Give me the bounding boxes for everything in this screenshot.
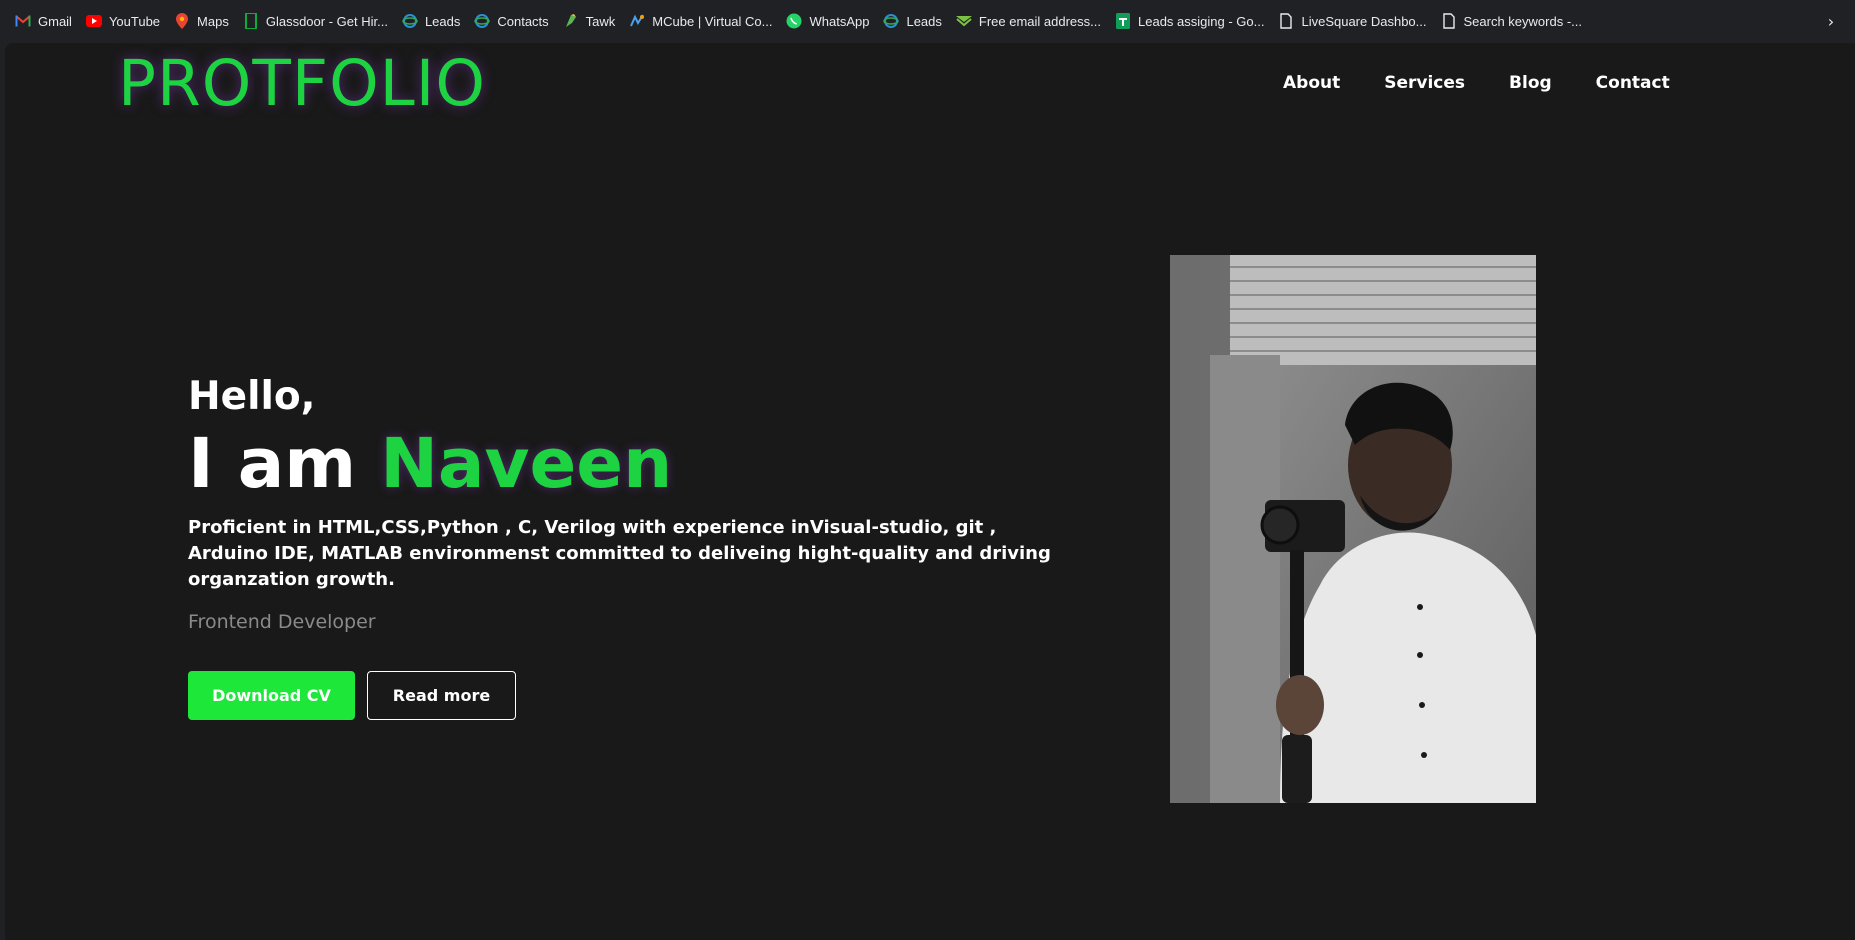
leads-icon (883, 13, 900, 29)
nav-contact[interactable]: Contact (1596, 73, 1670, 93)
email-icon (955, 13, 972, 29)
document-icon (1441, 13, 1457, 29)
hero-title-prefix: I am (188, 424, 381, 504)
bookmark-tawk[interactable]: Tawk (556, 7, 623, 35)
bookmark-contacts[interactable]: Contacts (467, 7, 555, 35)
bookmark-label: Leads (906, 13, 942, 29)
bookmark-label: Search keywords -... (1463, 13, 1583, 29)
bookmark-glassdoor[interactable]: Glassdoor - Get Hir... (236, 7, 395, 35)
sheets-icon (1115, 13, 1131, 29)
bookmark-youtube[interactable]: YouTube (79, 7, 167, 35)
bookmark-leads-assigning[interactable]: Leads assiging - Go... (1108, 7, 1271, 35)
bookmark-mcube[interactable]: MCube | Virtual Co... (622, 7, 779, 35)
bookmark-livesquare[interactable]: LiveSquare Dashbo... (1271, 7, 1433, 35)
bookmark-label: MCube | Virtual Co... (652, 13, 773, 29)
mcube-icon (629, 13, 645, 29)
tawk-icon (563, 13, 579, 29)
gmail-icon (15, 13, 31, 29)
greeting: Hello, (188, 374, 316, 419)
bookmark-search-keywords[interactable]: Search keywords -... (1434, 7, 1590, 35)
bookmark-label: YouTube (108, 13, 161, 29)
bookmark-label: Leads assiging - Go... (1138, 13, 1265, 29)
main-nav: About Services Blog Contact (1283, 73, 1714, 93)
site-logo[interactable]: PROTFOLIO (118, 47, 486, 120)
glassdoor-icon (243, 13, 259, 29)
bookmark-label: Glassdoor - Get Hir... (265, 13, 388, 29)
bookmark-label: LiveSquare Dashbo... (1301, 13, 1427, 29)
bookmark-label: Gmail (38, 13, 72, 29)
bookmark-label: WhatsApp (809, 13, 870, 29)
bookmark-label: Free email address... (978, 13, 1101, 29)
chevron-right-icon[interactable]: › (1821, 11, 1841, 31)
bookmark-label: Maps (197, 13, 229, 29)
nav-about[interactable]: About (1283, 73, 1340, 93)
page-viewport: PROTFOLIO About Services Blog Contact He… (5, 43, 1855, 940)
bookmark-whatsapp[interactable]: WhatsApp (779, 7, 876, 35)
nav-services[interactable]: Services (1384, 73, 1465, 93)
profile-photo (1170, 255, 1536, 803)
hero-section: Hello, I am Naveen Proficient in HTML,CS… (188, 373, 1088, 720)
contacts-icon (474, 13, 491, 29)
hero-title: I am Naveen (188, 423, 1088, 505)
bookmark-email[interactable]: Free email address... (949, 7, 1108, 35)
bookmark-label: Contacts (497, 13, 549, 29)
nav-blog[interactable]: Blog (1509, 73, 1552, 93)
hero-description: Proficient in HTML,CSS,Python , C, Veril… (188, 517, 1051, 590)
hero-buttons: Download CV Read more (188, 671, 1088, 720)
hero-role: Frontend Developer (188, 611, 376, 633)
bookmark-label: Leads (424, 13, 461, 29)
whatsapp-icon (786, 13, 802, 29)
bookmark-label: Tawk (585, 13, 616, 29)
hero-name: Naveen (380, 424, 673, 504)
download-cv-button[interactable]: Download CV (188, 671, 355, 720)
youtube-icon (85, 13, 102, 29)
read-more-button[interactable]: Read more (367, 671, 516, 720)
bookmarks-bar: Gmail YouTube Maps Glassdoor - Get Hir..… (0, 0, 1855, 42)
bookmark-gmail[interactable]: Gmail (8, 7, 79, 35)
bookmark-leads-2[interactable]: Leads (876, 7, 948, 35)
bookmark-leads[interactable]: Leads (395, 7, 467, 35)
maps-icon (174, 13, 190, 29)
bookmark-maps[interactable]: Maps (167, 7, 236, 35)
document-icon (1278, 13, 1294, 29)
leads-icon (402, 13, 418, 29)
